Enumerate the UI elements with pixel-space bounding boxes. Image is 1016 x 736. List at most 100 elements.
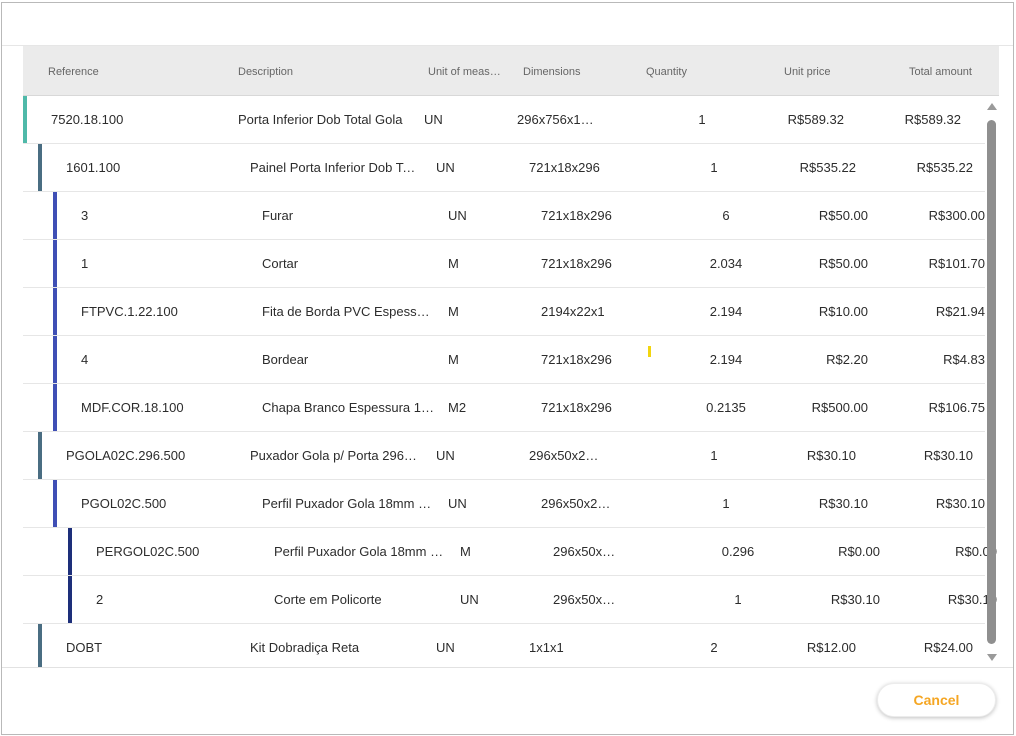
column-header-reference[interactable]: Reference [48,66,99,78]
cell-reference: FTPVC.1.22.100 [81,304,178,319]
hierarchy-level-bar [53,192,57,239]
scroll-up-icon[interactable] [987,103,997,110]
hierarchy-level-bar [38,432,42,479]
table-body: 7520.18.100 Porta Inferior Dob Total Gola… [23,96,997,668]
cell-quantity: 1 [722,496,730,511]
cell-unit: M2 [448,400,467,415]
cell-description: Furar [262,208,294,223]
cell-reference: PERGOL02C.500 [96,544,200,559]
cell-unit: UN [424,112,443,127]
cell-description: Perfil Puxador Gola 18mm … [274,544,444,559]
cell-dimensions: 721x18x296 [529,160,600,175]
cell-unit-price: R$2.20 [826,352,868,367]
cell-unit: UN [448,496,467,511]
vertical-scrollbar[interactable] [985,103,999,663]
cell-total: R$589.32 [904,112,961,127]
cell-dimensions: 721x18x296 [541,208,612,223]
table-row[interactable]: 1 Cortar M 721x18x296 2.034 R$50.00 R$101.70 [23,240,985,288]
column-header-dimensions[interactable]: Dimensions [523,66,580,78]
table-row[interactable]: PERGOL02C.500 Perfil Puxador Gola 18mm … M… [23,528,997,576]
column-header-unit[interactable]: Unit of meas… [428,66,501,78]
column-header-quantity[interactable]: Quantity [646,66,687,78]
hierarchy-level-bar [53,336,57,383]
cell-dimensions: 721x18x296 [541,352,612,367]
cell-total: R$4.83 [943,352,985,367]
cancel-button[interactable]: Cancel [877,683,996,717]
cell-unit-price: R$30.10 [806,448,856,463]
dialog-header [2,3,1013,46]
cell-unit-price: R$500.00 [811,400,868,415]
cell-dimensions: 296x50x2… [529,448,599,463]
cell-unit: M [448,352,459,367]
cell-unit-price: R$30.10 [818,496,868,511]
cell-unit-price: R$589.32 [787,112,844,127]
cell-dimensions: 296x50x… [553,592,616,607]
cell-description: Porta Inferior Dob Total Gola [238,112,403,127]
cell-description: Corte em Policorte [274,592,382,607]
cell-unit: UN [436,160,455,175]
cell-total: R$30.10 [935,496,985,511]
column-header-total[interactable]: Total amount [909,66,972,78]
bill-of-materials-dialog: Reference Description Unit of meas… Dime… [1,2,1014,735]
cell-reference: 2 [96,592,104,607]
cell-unit: UN [448,208,467,223]
cell-description: Kit Dobradiça Reta [250,640,360,655]
cell-quantity: 2.194 [709,352,743,367]
cell-description: Bordear [262,352,309,367]
hierarchy-level-bar [53,384,57,431]
table-row[interactable]: 7520.18.100 Porta Inferior Dob Total Gola… [23,96,985,144]
cell-quantity: 2 [710,640,718,655]
table-row[interactable]: 4 Bordear M 721x18x296 2.194 R$2.20 R$4.83 [23,336,985,384]
cell-dimensions: 721x18x296 [541,400,612,415]
cell-unit-price: R$30.10 [830,592,880,607]
cell-dimensions: 296x50x… [553,544,616,559]
hierarchy-level-bar [68,528,72,575]
cell-total: R$24.00 [923,640,973,655]
cell-quantity: 6 [722,208,730,223]
cell-unit-price: R$12.00 [806,640,856,655]
cell-unit-price: R$50.00 [818,208,868,223]
cell-dimensions: 296x756x1… [517,112,594,127]
hierarchy-level-bar [23,96,27,143]
cell-description: Cortar [262,256,299,271]
table-row[interactable]: 2 Corte em Policorte UN 296x50x… 1 R$30.10 R$3… [23,576,997,624]
cell-unit: UN [460,592,479,607]
cell-dimensions: 2194x22x1 [541,304,605,319]
cell-description: Perfil Puxador Gola 18mm … [262,496,432,511]
cell-description: Puxador Gola p/ Porta 296… [250,448,417,463]
column-header-unit-price[interactable]: Unit price [784,66,830,78]
cell-quantity: 2.034 [709,256,743,271]
cell-reference: PGOLA02C.296.500 [66,448,186,463]
table-row[interactable]: 1601.100 Painel Porta Inferior Dob To… UN 7… [23,144,985,192]
cell-quantity: 0.296 [721,544,755,559]
cell-unit-price: R$0.00 [838,544,880,559]
cell-total: R$21.94 [935,304,985,319]
cell-quantity: 1 [734,592,742,607]
table-row[interactable]: FTPVC.1.22.100 Fita de Borda PVC Espess… M… [23,288,985,336]
cell-reference: DOBT [66,640,103,655]
cell-reference: 1 [81,256,89,271]
table-row[interactable]: PGOLA02C.296.500 Puxador Gola p/ Porta 29… [23,432,985,480]
cell-quantity: 1 [710,160,718,175]
table-row[interactable]: DOBT Kit Dobradiça Reta UN 1x1x1 2 R$12.00 R$2… [23,624,985,668]
cell-total: R$30.10 [923,448,973,463]
scrollbar-thumb[interactable] [987,120,996,644]
drag-indicator [648,346,651,357]
hierarchy-level-bar [68,576,72,623]
cell-quantity: 1 [710,448,718,463]
table-header: Reference Description Unit of meas… Dime… [23,46,999,96]
bom-table: Reference Description Unit of meas… Dime… [23,46,999,668]
table-row[interactable]: PGOL02C.500 Perfil Puxador Gola 18mm … UN 2… [23,480,985,528]
scroll-down-icon[interactable] [987,654,997,661]
table-row[interactable]: 3 Furar UN 721x18x296 6 R$50.00 R$300.00 [23,192,985,240]
cell-reference: PGOL02C.500 [81,496,167,511]
cell-description: Painel Porta Inferior Dob To… [250,160,422,175]
cell-dimensions: 296x50x2… [541,496,611,511]
cell-reference: 3 [81,208,89,223]
hierarchy-level-bar [53,480,57,527]
cell-quantity: 1 [698,112,706,127]
cell-total: R$106.75 [928,400,985,415]
cell-reference: MDF.COR.18.100 [81,400,184,415]
table-row[interactable]: MDF.COR.18.100 Chapa Branco Espessura 1… M… [23,384,985,432]
column-header-description[interactable]: Description [238,66,293,78]
